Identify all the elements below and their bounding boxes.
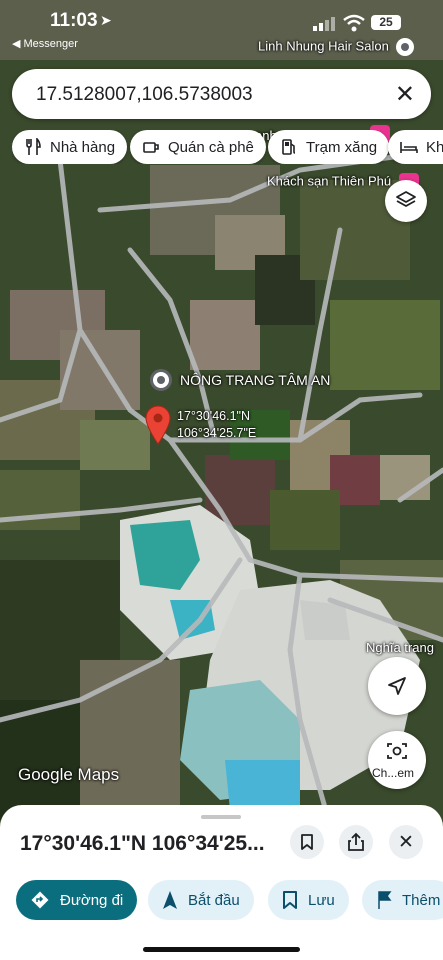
chip-gas-stations[interactable]: Trạm xăng [268, 130, 390, 164]
search-query-text[interactable]: 17.5128007,106.5738003 [36, 84, 253, 106]
google-maps-logo: Google Maps [18, 765, 120, 784]
navigation-arrow-icon [388, 677, 406, 695]
chip-label: Quán cà phê [168, 138, 254, 156]
share-icon [348, 832, 364, 851]
hotel-name: Khách sạn Thiên Phú [267, 173, 392, 189]
layers-button[interactable] [385, 180, 427, 222]
add-label-button[interactable]: Thêm [362, 880, 443, 920]
bookmark-icon [301, 834, 313, 850]
directions-label: Đường đi [60, 891, 124, 909]
place-title: 17°30'46.1"N 106°34'25... [20, 832, 265, 855]
directions-button[interactable]: Đường đi [16, 880, 138, 920]
back-to-app-link[interactable]: ◀ Messenger [12, 37, 78, 50]
save-label: Lưu [308, 891, 335, 909]
action-buttons-row: Đường đi Bắt đầu Lưu Thêm [0, 880, 443, 922]
bed-icon [400, 142, 418, 153]
pin-longitude: 106°34'25.7"E [177, 426, 257, 440]
layers-icon [396, 191, 416, 207]
close-sheet-button[interactable]: ✕ [389, 825, 423, 859]
status-bar: 11:03 ➤ ◀ Messenger 25 [0, 0, 443, 58]
flag-icon [376, 890, 392, 910]
status-time: 11:03 [50, 10, 98, 31]
chip-hotels[interactable]: Kha [388, 130, 443, 164]
dropped-pin-icon[interactable] [144, 405, 172, 445]
navigation-arrow-icon [162, 890, 178, 910]
place-bottom-sheet[interactable]: 17°30'46.1"N 106°34'25... ✕ Đường đi Bắt… [0, 805, 443, 960]
save-icon-button[interactable] [290, 825, 324, 859]
home-indicator [143, 947, 300, 952]
add-label-text: Thêm [402, 891, 441, 909]
map-cemetery-label[interactable]: Nghĩa trang [366, 640, 434, 655]
chip-restaurants[interactable]: Nhà hàng [12, 130, 128, 164]
category-chips-row: Nhà hàng Quán cà phê Trạm xăng Kha [12, 130, 443, 164]
poi-name: NÔNG TRANG TÂM AN [180, 372, 331, 388]
close-icon: ✕ [398, 831, 414, 853]
coffee-cup-icon [143, 142, 159, 153]
battery-icon: 25 [371, 15, 401, 30]
pin-coordinates-label: 17°30'46.1"N 106°34'25.7"E [177, 408, 256, 442]
share-button[interactable] [339, 825, 373, 859]
map-poi-label[interactable]: NÔNG TRANG TÂM AN [150, 369, 330, 391]
clear-search-button[interactable]: ✕ [395, 80, 415, 109]
chip-label: Kha [426, 138, 443, 156]
save-button[interactable]: Lưu [268, 880, 349, 920]
poi-marker-icon [150, 369, 172, 391]
start-label: Bắt đầu [188, 891, 240, 909]
bookmark-icon [282, 890, 298, 910]
lens-button-label: Ch...em [372, 766, 415, 780]
chip-cafes[interactable]: Quán cà phê [130, 130, 266, 164]
lens-button[interactable]: Ch...em [368, 731, 426, 789]
directions-icon [30, 890, 50, 910]
wifi-icon [343, 14, 365, 32]
my-location-button[interactable] [368, 657, 426, 715]
location-arrow-icon: ➤ [100, 12, 112, 28]
cellular-signal-icon [313, 17, 335, 31]
fork-knife-icon [26, 138, 41, 155]
start-button[interactable]: Bắt đầu [148, 880, 254, 920]
camera-search-icon [387, 743, 407, 759]
sheet-drag-handle[interactable] [201, 815, 241, 819]
chip-label: Trạm xăng [306, 138, 378, 156]
search-bar[interactable]: 17.5128007,106.5738003 ✕ [12, 69, 431, 119]
gas-pump-icon [282, 139, 296, 155]
chip-label: Nhà hàng [50, 138, 116, 156]
pin-latitude: 17°30'46.1"N [177, 409, 250, 423]
